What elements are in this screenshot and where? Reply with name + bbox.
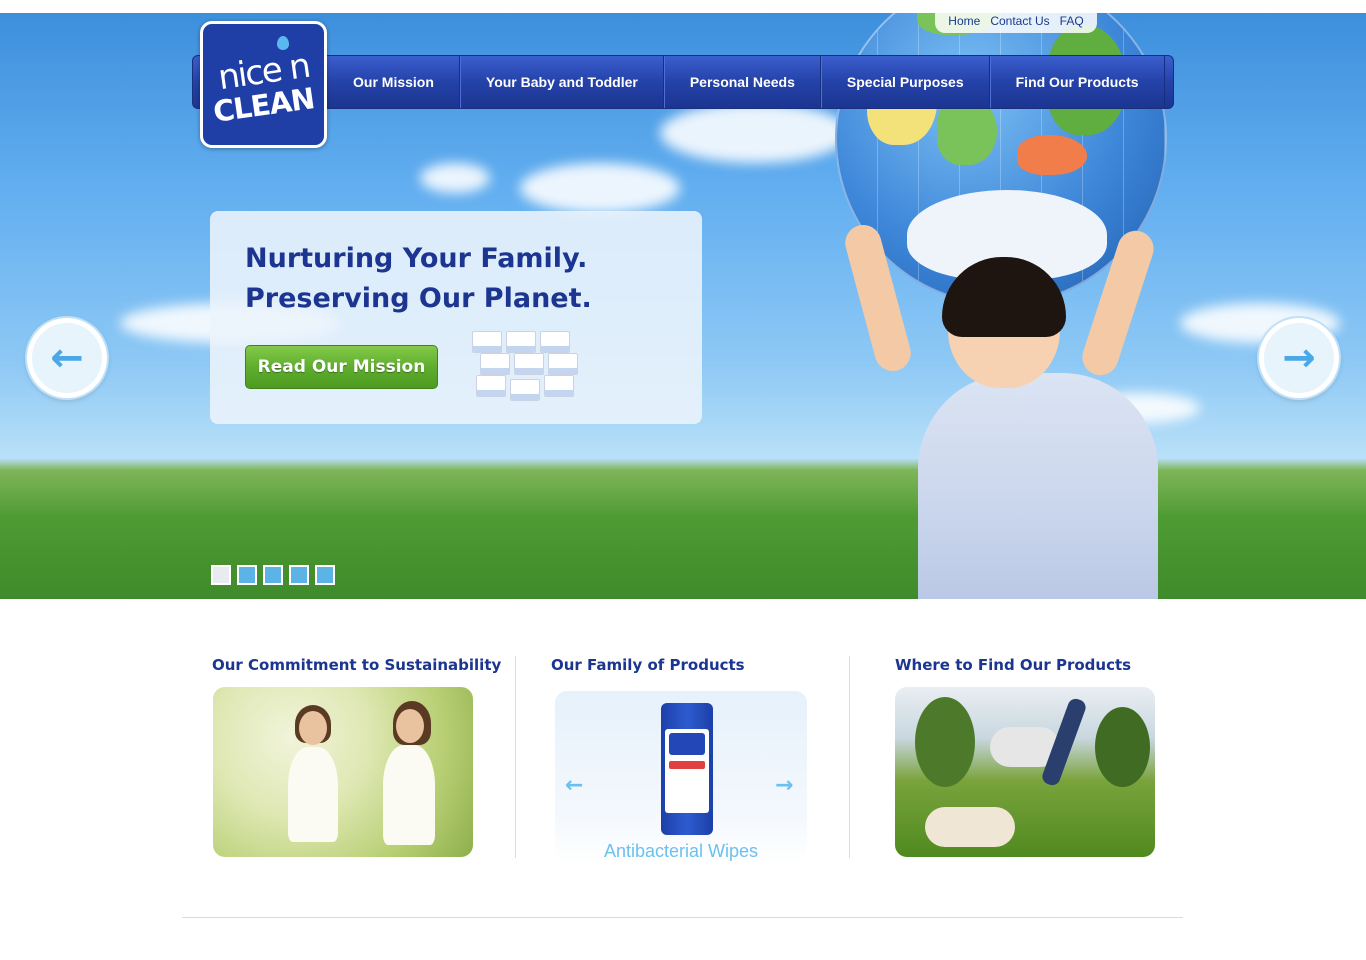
read-our-mission-button[interactable]: Read Our Mission: [245, 345, 438, 389]
product-pack: [480, 353, 510, 375]
product-carousel: ← → Antibacterial Wipes: [555, 691, 807, 863]
slide-prev-button[interactable]: ←: [27, 318, 107, 398]
tree: [915, 697, 975, 787]
cloud: [520, 163, 680, 213]
wipe-pack-label: [665, 729, 709, 813]
utility-nav: Home Contact Us FAQ: [935, 8, 1097, 33]
utility-link-home[interactable]: Home: [948, 14, 980, 28]
nav-item-personal-needs[interactable]: Personal Needs: [663, 56, 821, 108]
column-divider: [849, 656, 850, 858]
slide-pager: [211, 565, 335, 585]
girl-face: [299, 711, 327, 745]
parent: [925, 807, 1015, 847]
arrow-right-icon: →: [1282, 335, 1316, 381]
antibacterial-wipes-image[interactable]: [661, 703, 713, 835]
main-nav: Our Mission Your Baby and Toddler Person…: [192, 55, 1174, 109]
product-lineup-image: [472, 331, 580, 415]
nav-item-our-mission[interactable]: Our Mission: [328, 56, 460, 108]
product-pack: [506, 331, 536, 353]
slide-dot-2[interactable]: [237, 565, 257, 585]
nav-item-baby-toddler[interactable]: Your Baby and Toddler: [459, 56, 664, 108]
section-where: Where to Find Our Products: [895, 656, 1131, 674]
girl-dress: [383, 745, 435, 845]
where-to-find-photo[interactable]: [895, 687, 1155, 857]
slide-dot-1[interactable]: [211, 565, 231, 585]
arrow-left-icon: ←: [50, 335, 84, 381]
section-title-where[interactable]: Where to Find Our Products: [895, 656, 1131, 674]
section-sustainability: Our Commitment to Sustainability: [212, 656, 501, 674]
section-title-family[interactable]: Our Family of Products: [551, 656, 745, 674]
utility-link-contact[interactable]: Contact Us: [990, 14, 1049, 28]
product-pack: [544, 375, 574, 397]
slide-dot-3[interactable]: [263, 565, 283, 585]
carousel-next-icon[interactable]: →: [775, 773, 793, 798]
cloud: [420, 163, 490, 193]
nav-item-find-products[interactable]: Find Our Products: [989, 56, 1165, 108]
hero-headline-line2: Preserving Our Planet.: [245, 283, 592, 314]
section-family: Our Family of Products: [551, 656, 745, 674]
tree: [1095, 707, 1150, 787]
product-pack: [540, 331, 570, 353]
product-name[interactable]: Antibacterial Wipes: [555, 841, 807, 862]
column-divider: [515, 656, 516, 858]
nav-item-special-purposes[interactable]: Special Purposes: [820, 56, 990, 108]
slide-dot-4[interactable]: [289, 565, 309, 585]
child-dress: [918, 373, 1158, 599]
slide-dot-5[interactable]: [315, 565, 335, 585]
hero-caption-panel: Nurturing Your Family. Preserving Our Pl…: [210, 211, 702, 424]
girl-dress: [288, 747, 338, 842]
hero-headline-line1: Nurturing Your Family.: [245, 243, 588, 274]
sustainability-photo[interactable]: [213, 687, 473, 857]
product-pack: [476, 375, 506, 397]
product-pack: [514, 353, 544, 375]
utility-link-faq[interactable]: FAQ: [1060, 14, 1084, 28]
product-pack: [472, 331, 502, 353]
girl-face: [396, 709, 424, 743]
slide-next-button[interactable]: →: [1259, 318, 1339, 398]
globe-land: [1017, 135, 1087, 175]
wipe-pack-logo: [669, 733, 705, 755]
hero-headline: Nurturing Your Family. Preserving Our Pl…: [245, 239, 645, 319]
carousel-prev-icon[interactable]: ←: [565, 773, 583, 798]
product-pack: [510, 379, 540, 401]
footer-divider: [182, 917, 1183, 918]
wipe-pack-stripe: [669, 761, 705, 769]
product-pack: [548, 353, 578, 375]
section-title-sustainability[interactable]: Our Commitment to Sustainability: [212, 656, 501, 674]
brand-logo[interactable]: nice n CLEAN: [200, 21, 327, 148]
cloud: [660, 103, 850, 163]
